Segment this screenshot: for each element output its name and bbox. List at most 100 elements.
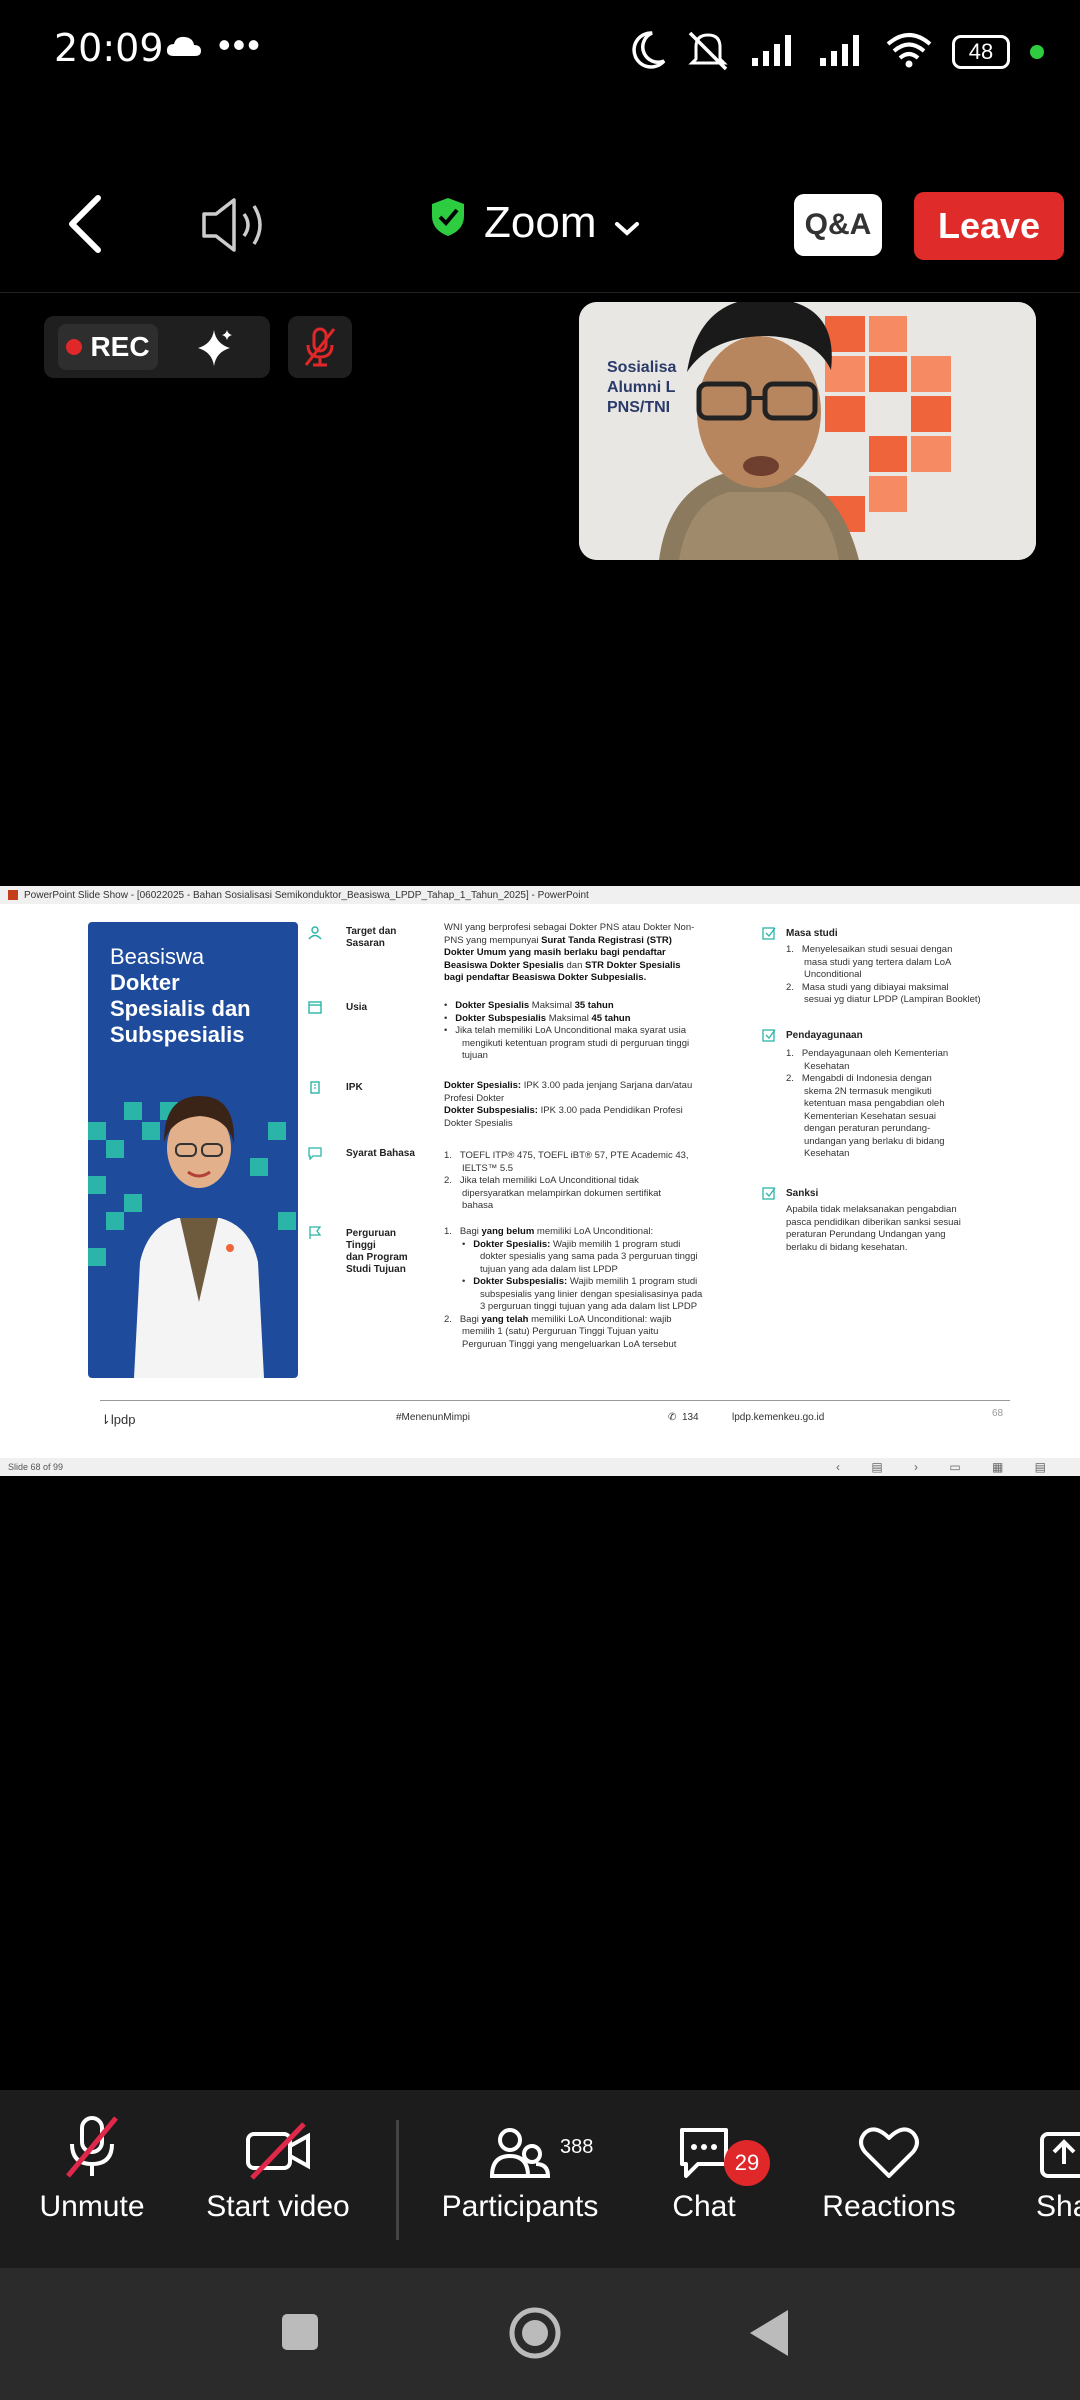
text-line: undangan yang berlaku di bidang	[804, 1135, 945, 1147]
participants-button[interactable]: 388 Participants	[436, 2090, 604, 2268]
start-video-button[interactable]: Start video	[198, 2090, 358, 2268]
leave-button[interactable]: Leave	[914, 192, 1064, 260]
share-button[interactable]: Sha	[1034, 2090, 1080, 2268]
text-span: Maksimal	[529, 1000, 575, 1011]
panel-title-line: Spesialis dan	[110, 996, 251, 1021]
controls-divider	[396, 2120, 399, 2240]
heart-icon	[857, 2116, 921, 2180]
label-pendayagunaan: Pendayagunaan	[786, 1030, 863, 1041]
text-line: Kesehatan	[804, 1060, 850, 1072]
moon-icon	[632, 30, 666, 74]
target-text: WNI yang berprofesi sebagai Dokter PNS a…	[444, 922, 694, 985]
text-line: memilih 1 (satu) Perguruan Tinggi Tujuan…	[462, 1326, 659, 1337]
signal-icon	[750, 32, 798, 73]
meeting-title-text: Zoom	[484, 197, 597, 247]
text-line: Kesehatan	[804, 1148, 850, 1159]
text-line: • Dokter Spesialis Maksimal 35 tahun	[444, 1000, 614, 1011]
text-span: Surat Tanda Registrasi (STR)	[541, 934, 672, 946]
calendar-icon	[308, 1001, 322, 1014]
text-line: Apabila tidak melaksanakan pengabdian	[786, 1204, 957, 1215]
thumb-text-2: Alumni L	[607, 379, 676, 396]
muted-bell-icon	[686, 29, 730, 76]
text-line: dipersyaratkan melampirkan dokumen serti…	[462, 1187, 662, 1199]
text-line: ketentuan masa pengabdian oleh	[804, 1098, 945, 1109]
qa-button[interactable]: Q&A	[794, 194, 882, 256]
label-line: Perguruan	[346, 1228, 397, 1239]
unmute-button[interactable]: Unmute	[22, 2090, 162, 2268]
doctor-portrait-image	[134, 1072, 264, 1378]
text-span: Beasiswa Dokter Spesialis	[444, 959, 564, 971]
text-span: Bagi	[459, 1313, 482, 1325]
meeting-title[interactable]: Zoom	[430, 196, 640, 249]
sanksi-text: Apabila tidak melaksanakan pengabdian pa…	[786, 1204, 961, 1254]
text-line: 3 perguruan tinggi tujuan yang ada dalam…	[480, 1301, 698, 1312]
text-span: Wajib memilih 1 program studi	[550, 1238, 681, 1250]
text-span: Dokter Subspesialis:	[444, 1105, 538, 1116]
chevron-down-icon	[614, 198, 640, 248]
slide-nav-controls[interactable]: ‹ ▤ › ▭ ▦ ▤	[836, 1460, 1060, 1474]
text-line: 1. Bagi yang belum memiliki LoA Uncondit…	[444, 1226, 654, 1237]
cloud-icon	[166, 36, 202, 63]
label-target: Target dan Sasaran	[346, 926, 396, 950]
text-line: Dokter Spesialis: IPK 3.00 pada jenjang …	[444, 1080, 692, 1093]
text-line: 2. Mengabdi di Indonesia dengan	[786, 1073, 932, 1084]
signal-icon	[818, 32, 866, 73]
text-span: Dokter Spesialis:	[444, 1080, 522, 1091]
slide-counter: Slide 68 of 99	[8, 1462, 64, 1472]
reactions-button[interactable]: Reactions	[814, 2090, 964, 2268]
chat-label: Chat	[672, 2190, 736, 2223]
text-span: yang belum	[481, 1226, 535, 1237]
text-line: peraturan Perundang Undangan yang	[786, 1229, 946, 1240]
text-span: Dokter Spesialis:	[473, 1238, 551, 1250]
text-line: • Jika telah memiliki LoA Unconditional …	[444, 1025, 686, 1036]
text-line: WNI yang berprofesi sebagai Dokter PNS a…	[444, 922, 695, 933]
back-nav-icon[interactable]	[748, 2308, 790, 2363]
participants-icon: 388	[490, 2116, 593, 2180]
text-line: Perguruan Tinggi yang mengeluarkan LoA t…	[462, 1338, 677, 1350]
rec-label: REC	[90, 331, 150, 362]
text-line: Beasiswa Dokter Spesialis dan STR Dokter…	[444, 960, 694, 973]
pendayagunaan-text: 1. Pendayagunaan oleh Kementerian Keseha…	[786, 1048, 948, 1161]
back-icon[interactable]	[66, 194, 102, 259]
label-line: dan Program	[346, 1252, 408, 1263]
label-sanksi: Sanksi	[786, 1188, 819, 1199]
unmute-label: Unmute	[39, 2190, 145, 2223]
wifi-icon	[886, 32, 932, 73]
building-icon	[310, 1081, 320, 1094]
text-line: Dokter Umum yang masih berlaku bagi pend…	[444, 947, 694, 960]
text-line: Unconditional	[804, 969, 862, 980]
label-line: Target dan	[346, 926, 397, 937]
ppt-title-bar: PowerPoint Slide Show - [06022025 - Baha…	[0, 886, 1080, 904]
speech-icon	[308, 1147, 322, 1160]
powerpoint-icon	[8, 890, 18, 900]
home-icon[interactable]	[508, 2306, 562, 2360]
person-icon	[308, 926, 322, 940]
masa-studi-text: 1. Menyelesaikan studi sesuai dengan mas…	[786, 944, 981, 1007]
text-line: masa studi yang tertera dalam LoA	[804, 956, 952, 968]
footer-logo-text: lpdp	[110, 1412, 136, 1427]
text-line: dokter spesialis yang sama pada 3 pergur…	[480, 1251, 698, 1262]
text-span: dan	[563, 959, 586, 971]
rec-button[interactable]: REC	[58, 324, 158, 370]
chat-icon: 29	[676, 2116, 770, 2186]
text-span: STR Dokter Spesialis	[585, 959, 681, 971]
text-line: 2. Jika telah memiliki LoA Unconditional…	[444, 1175, 639, 1186]
mic-off-icon[interactable]	[288, 316, 352, 378]
text-line: 2. Masa studi yang dibiayai maksimal	[786, 981, 949, 993]
speaker-icon[interactable]	[200, 196, 272, 259]
participant-video-thumbnail[interactable]: Sosialisa Alumni L PNS/TNI	[579, 302, 1036, 560]
footer-hashtag: #MenenunMimpi	[396, 1412, 470, 1423]
recording-dot	[66, 339, 83, 355]
text-line: dengan peraturan perundang-	[804, 1123, 931, 1134]
recents-icon[interactable]	[282, 2314, 318, 2350]
shared-screen[interactable]: PowerPoint Slide Show - [06022025 - Baha…	[0, 886, 1080, 1476]
label-bahasa: Syarat Bahasa	[346, 1148, 415, 1159]
text-line: skema 2N termasuk mengikuti	[804, 1085, 932, 1097]
flag-icon	[309, 1226, 322, 1239]
chat-button[interactable]: 29 Chat	[654, 2090, 770, 2268]
sparkle-icon[interactable]	[194, 328, 234, 373]
text-line: 1. Menyelesaikan studi sesuai dengan	[786, 944, 953, 955]
status-more-dots: •••	[218, 24, 262, 65]
checkbox-icon	[762, 1187, 776, 1200]
label-line: Tinggi	[346, 1240, 376, 1251]
